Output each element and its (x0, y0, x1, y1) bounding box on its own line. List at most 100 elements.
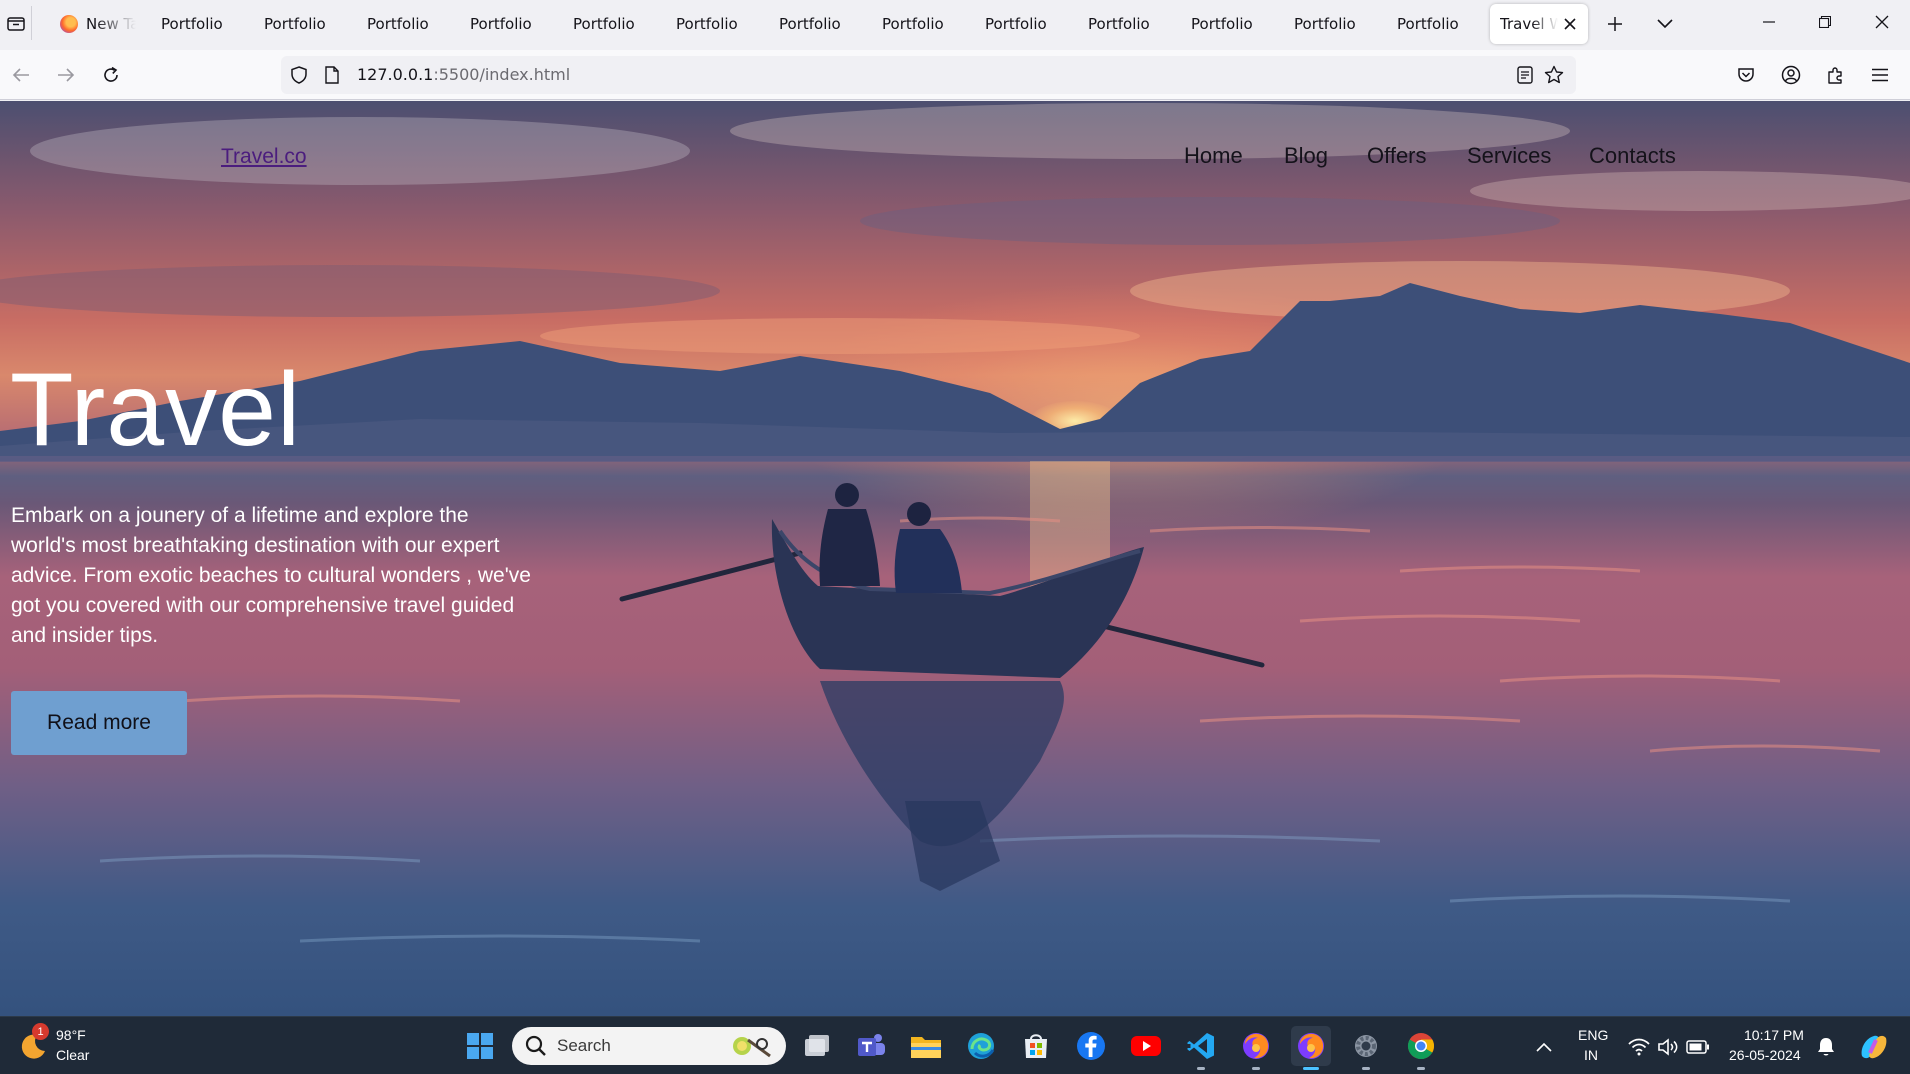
tab-travel-active[interactable]: Travel W (1490, 4, 1588, 44)
hero-title: Travel (10, 352, 302, 468)
minimize-icon[interactable] (1741, 0, 1797, 44)
tab-portfolio[interactable]: Portfolio (765, 4, 865, 44)
read-more-button[interactable]: Read more (11, 691, 187, 755)
extensions-icon[interactable] (1820, 59, 1852, 91)
nav-link-services[interactable]: Services (1467, 143, 1551, 169)
notification-bell-icon[interactable] (1814, 1035, 1838, 1059)
windows-taskbar: 1 98°F Clear Search ENG IN 10:17 PM 26-0… (0, 1016, 1910, 1074)
tab-label: Portfolio (1294, 15, 1356, 33)
tab-portfolio[interactable]: Portfolio (1074, 4, 1174, 44)
nav-link-offers[interactable]: Offers (1367, 143, 1427, 169)
restore-icon[interactable] (1797, 0, 1853, 44)
site-logo-link[interactable]: Travel.co (221, 145, 307, 169)
tab-label: Portfolio (470, 15, 532, 33)
tab-label: Portfolio (779, 15, 841, 33)
weather-temperature[interactable]: 98°F (56, 1027, 86, 1043)
url-host: 127.0.0.1 (357, 65, 434, 84)
weather-badge: 1 (32, 1023, 49, 1040)
new-tab-icon[interactable] (1598, 8, 1632, 40)
running-indicator (1362, 1067, 1370, 1070)
tab-label: Portfolio (882, 15, 944, 33)
clock-time[interactable]: 10:17 PM (1744, 1027, 1804, 1043)
tab-portfolio[interactable]: Portfolio (662, 4, 762, 44)
running-indicator (1197, 1067, 1205, 1070)
url-bar[interactable]: 127.0.0.1:5500/index.html (281, 56, 1576, 94)
tab-label: Portfolio (1191, 15, 1253, 33)
tab-portfolio[interactable]: Portfolio (868, 4, 968, 44)
page-info-icon[interactable] (321, 64, 343, 86)
running-indicator (1252, 1067, 1260, 1070)
task-view-icon[interactable] (797, 1026, 837, 1066)
back-arrow-icon[interactable] (5, 59, 37, 91)
show-hidden-icons-chevron-icon[interactable] (1532, 1035, 1556, 1059)
chrome-icon[interactable] (1401, 1026, 1441, 1070)
tab-portfolio[interactable]: Portfolio (1383, 4, 1483, 44)
close-tab-icon[interactable] (1560, 14, 1580, 34)
nav-link-home[interactable]: Home (1184, 143, 1243, 169)
browser-tab-strip: New Ta Portfolio Portfolio Portfolio Por… (0, 0, 1910, 50)
shield-icon[interactable] (288, 64, 310, 86)
close-window-icon[interactable] (1854, 0, 1910, 44)
tab-label: Travel W (1500, 15, 1558, 33)
menu-hamburger-icon[interactable] (1864, 59, 1896, 91)
active-indicator (1303, 1067, 1319, 1070)
firefox-icon[interactable] (1236, 1026, 1276, 1070)
edge-icon[interactable] (961, 1026, 1001, 1066)
hero-description: Embark on a jounery of a lifetime and ex… (11, 504, 531, 647)
account-icon[interactable] (1775, 59, 1807, 91)
tab-portfolio[interactable]: Portfolio (250, 4, 350, 44)
tab-label: Portfolio (161, 15, 223, 33)
search-icon (525, 1035, 547, 1061)
url-path: :5500/index.html (433, 65, 571, 84)
tab-label: Portfolio (264, 15, 326, 33)
search-highlight-icon (730, 1032, 774, 1064)
forward-arrow-icon[interactable] (50, 59, 82, 91)
language-indicator-line1[interactable]: ENG (1578, 1027, 1608, 1043)
tab-portfolio[interactable]: Portfolio (971, 4, 1071, 44)
taskbar-search-box[interactable]: Search (512, 1027, 786, 1065)
firefox-active-icon[interactable] (1291, 1026, 1331, 1070)
bookmark-star-icon[interactable] (1543, 64, 1565, 86)
tab-label: Portfolio (985, 15, 1047, 33)
store-icon[interactable] (1016, 1026, 1056, 1066)
pocket-icon[interactable] (1730, 59, 1762, 91)
firefox-icon (60, 15, 78, 33)
language-indicator-line2[interactable]: IN (1584, 1047, 1598, 1063)
nav-link-contacts[interactable]: Contacts (1589, 143, 1676, 169)
youtube-icon[interactable] (1126, 1026, 1166, 1066)
tab-portfolio[interactable]: Portfolio (1177, 4, 1277, 44)
tab-label: New Ta (86, 15, 136, 33)
tab-new-tab[interactable]: New Ta (46, 4, 136, 44)
tab-portfolio[interactable]: Portfolio (147, 4, 247, 44)
clock-date[interactable]: 26-05-2024 (1729, 1047, 1801, 1063)
teams-icon[interactable] (851, 1026, 891, 1066)
tab-label: Portfolio (1088, 15, 1150, 33)
copilot-icon[interactable] (1857, 1031, 1891, 1063)
url-text[interactable]: 127.0.0.1:5500/index.html (357, 65, 570, 84)
battery-icon[interactable] (1686, 1035, 1710, 1059)
tab-portfolio[interactable]: Portfolio (559, 4, 659, 44)
file-explorer-icon[interactable] (906, 1026, 946, 1066)
reload-icon[interactable] (95, 59, 127, 91)
tab-portfolio[interactable]: Portfolio (1280, 4, 1380, 44)
tab-label: Portfolio (367, 15, 429, 33)
windows-start-icon[interactable] (460, 1026, 500, 1066)
vscode-icon[interactable] (1181, 1026, 1221, 1070)
tab-label: Portfolio (676, 15, 738, 33)
weather-condition[interactable]: Clear (56, 1047, 89, 1063)
volume-icon[interactable] (1656, 1035, 1680, 1059)
tab-label: Portfolio (1397, 15, 1459, 33)
wifi-icon[interactable] (1627, 1035, 1651, 1059)
tab-portfolio[interactable]: Portfolio (456, 4, 556, 44)
settings-icon[interactable] (1346, 1026, 1386, 1070)
page-viewport: Travel.co Home Blog Offers Services Cont… (0, 101, 1910, 1016)
search-placeholder: Search (557, 1036, 611, 1055)
tab-portfolio[interactable]: Portfolio (353, 4, 453, 44)
nav-link-blog[interactable]: Blog (1284, 143, 1328, 169)
list-all-tabs-icon[interactable] (0, 6, 32, 40)
facebook-icon[interactable] (1071, 1026, 1111, 1066)
browser-navigation-bar: 127.0.0.1:5500/index.html (0, 50, 1910, 100)
running-indicator (1417, 1067, 1425, 1070)
reader-view-icon[interactable] (1514, 64, 1536, 86)
chevron-down-icon[interactable] (1648, 8, 1682, 40)
